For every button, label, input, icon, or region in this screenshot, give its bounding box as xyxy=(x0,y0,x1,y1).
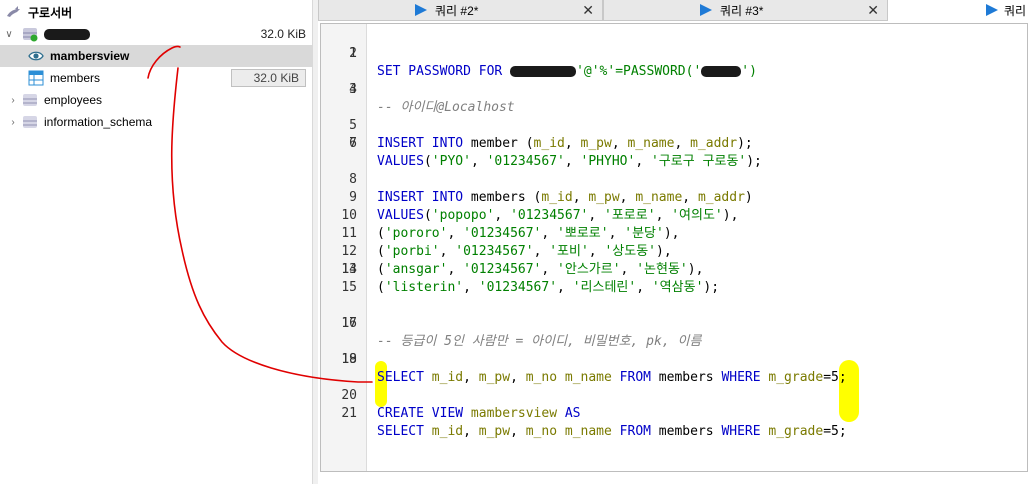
code-line-13: 13 ('listerin', '01234567', '리스테린', '역삼동… xyxy=(341,262,720,295)
tree-item-employees[interactable]: › employees xyxy=(0,89,312,111)
tree-item-members[interactable]: members 32.0 KiB xyxy=(0,67,312,89)
code-line-18: 18 SELECT m_id, m_pw, m_no m_name FROM m… xyxy=(341,352,847,385)
code-line-15: 15 xyxy=(341,280,357,295)
tree-server-row[interactable]: 구로서버 xyxy=(0,1,312,23)
tab-label: 쿼리 #2* xyxy=(435,3,479,18)
tab-label: 쿼리 #3* xyxy=(720,3,764,18)
table-icon xyxy=(28,70,44,86)
code-line-20: 20 CREATE VIEW mambersview AS xyxy=(341,388,581,421)
play-icon xyxy=(700,4,712,16)
dolphin-server-icon xyxy=(6,4,22,20)
tree-item-information-schema[interactable]: › information_schema xyxy=(0,111,312,133)
close-icon[interactable]: ✕ xyxy=(582,2,594,19)
sql-editor[interactable]: 1 SET PASSWORD FOR '@'%'=PASSWORD(' ') 2 … xyxy=(320,23,1028,472)
play-icon xyxy=(415,4,427,16)
chevron-right-icon[interactable]: › xyxy=(8,117,18,128)
tree-item-mambersview[interactable]: mambersview xyxy=(0,45,312,67)
code-line-12: 12 ('ansgar', '01234567', '안스가르', '논현동')… xyxy=(341,244,704,277)
redacted-database-name xyxy=(44,28,90,40)
code-line-2: 2 xyxy=(349,46,357,61)
code-line-7: 7 xyxy=(349,136,357,151)
chevron-down-icon[interactable]: ∨ xyxy=(4,29,14,40)
code-line-10: 10 ('pororo', '01234567', '뽀로로', '분당'), xyxy=(341,208,680,241)
chevron-right-icon[interactable]: › xyxy=(8,95,18,106)
code-line-19: 19 xyxy=(341,352,357,367)
database-size: 32.0 KiB xyxy=(260,27,306,41)
database-icon xyxy=(22,92,38,108)
database-icon xyxy=(22,114,38,130)
code-line-11: 11 ('porbi', '01234567', '포비', '상도동'), xyxy=(341,226,672,259)
tab-label: 쿼리 xyxy=(1004,3,1027,18)
tree-database-row[interactable]: ∨ 32.0 KiB xyxy=(0,23,312,45)
tree-item-label: employees xyxy=(44,93,103,107)
code-line-1: 1 SET PASSWORD FOR '@'%'=PASSWORD(' ') xyxy=(349,46,757,79)
play-icon xyxy=(986,4,998,16)
close-icon[interactable]: ✕ xyxy=(867,2,879,19)
database-icon xyxy=(22,26,38,42)
tab-query[interactable]: 쿼리 xyxy=(888,0,1031,21)
tree-item-label: information_schema xyxy=(44,115,153,129)
query-tab-bar: 쿼리 #2* ✕ 쿼리 #3* ✕ 쿼리 xyxy=(318,0,1031,21)
code-line-16: 16 -- 등급이 5인 사람만 = 아이디, 비밀번호, pk, 이름 xyxy=(341,316,702,349)
code-line-3: 3 -- 아이디@Localhost xyxy=(349,82,515,115)
code-line-5: 5 INSERT INTO member (m_id, m_pw, m_name… xyxy=(349,118,753,151)
code-line-6: 6 VALUES('PYO', '01234567', 'PHYHO', '구로… xyxy=(349,136,762,169)
code-line-9: 9 VALUES('popopo', '01234567', '포로로', '여… xyxy=(349,190,739,223)
tab-query-3[interactable]: 쿼리 #3* ✕ xyxy=(603,0,888,21)
code-line-4: 4 xyxy=(349,82,357,97)
code-line-14: 14 xyxy=(341,262,357,277)
panel-splitter[interactable] xyxy=(312,0,318,484)
tree-item-label: members xyxy=(50,71,101,85)
database-tree: 구로서버 ∨ 32.0 KiB mambersview members 32.0… xyxy=(0,0,312,484)
view-eye-icon xyxy=(28,48,44,64)
tab-query-2[interactable]: 쿼리 #2* ✕ xyxy=(318,0,603,21)
code-line-17: 17 xyxy=(341,316,357,331)
code-line-21: 21 SELECT m_id, m_pw, m_no m_name FROM m… xyxy=(341,406,847,439)
table-size: 32.0 KiB xyxy=(230,69,306,87)
code-line-8: 8 INSERT INTO members (m_id, m_pw, m_nam… xyxy=(349,172,753,205)
server-name: 구로서버 xyxy=(28,5,73,20)
tree-item-label: mambersview xyxy=(50,49,130,63)
